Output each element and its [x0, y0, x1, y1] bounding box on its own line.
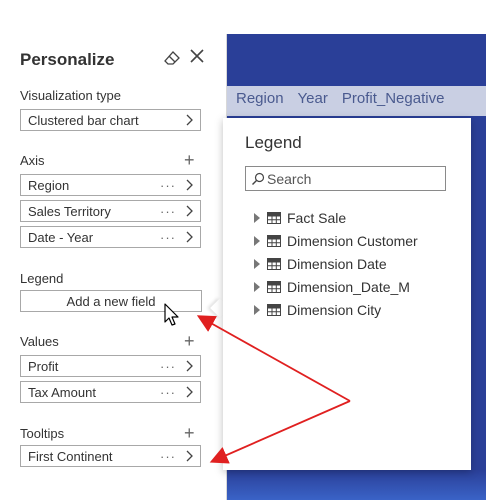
chevron-right-icon[interactable] — [182, 449, 196, 463]
report-bottom-graphic — [226, 470, 486, 500]
field-label: Tax Amount — [28, 384, 96, 400]
table-icon — [267, 211, 281, 224]
more-options-icon[interactable]: ··· — [160, 230, 176, 245]
more-options-icon[interactable]: ··· — [160, 449, 176, 464]
search-box[interactable] — [245, 166, 446, 191]
field-label: Sales Territory — [28, 203, 111, 219]
axis-field-region[interactable]: Region ··· — [20, 174, 201, 196]
column-header-profit-negative: Profit_Negative — [341, 90, 445, 107]
legend-flyout: Legend Fact Sale Dimension Customer Dime… — [223, 118, 471, 470]
tooltips-label: Tooltips — [20, 426, 65, 441]
column-header-year: Year — [297, 90, 328, 107]
table-icon — [267, 234, 281, 247]
table-name: Dimension City — [287, 301, 382, 318]
mouse-cursor-icon — [164, 303, 179, 326]
flyout-title: Legend — [245, 133, 302, 152]
add-axis-plus-icon[interactable]: + — [184, 151, 195, 169]
chevron-right-icon — [186, 114, 193, 126]
values-field-profit[interactable]: Profit ··· — [20, 355, 201, 377]
field-label: First Continent — [28, 448, 113, 464]
add-values-plus-icon[interactable]: + — [184, 332, 195, 350]
add-tooltips-plus-icon[interactable]: + — [184, 424, 195, 442]
chevron-right-icon[interactable] — [182, 204, 196, 218]
panel-title: Personalize — [20, 50, 115, 69]
expand-caret-icon[interactable] — [253, 281, 261, 292]
table-name: Fact Sale — [287, 209, 347, 226]
visualization-type-value: Clustered bar chart — [28, 112, 139, 128]
table-icon — [267, 303, 281, 316]
expand-caret-icon[interactable] — [253, 212, 261, 223]
more-options-icon[interactable]: ··· — [160, 385, 176, 400]
table-item-dimension-date-m[interactable]: Dimension_Date_M — [253, 275, 418, 298]
more-options-icon[interactable]: ··· — [160, 359, 176, 374]
chevron-right-icon[interactable] — [182, 178, 196, 192]
field-label: Date - Year — [28, 229, 94, 245]
expand-caret-icon[interactable] — [253, 258, 261, 269]
values-field-tax-amount[interactable]: Tax Amount ··· — [20, 381, 201, 403]
visualization-type-label: Visualization type — [20, 88, 121, 103]
more-options-icon[interactable]: ··· — [160, 178, 176, 193]
close-icon[interactable] — [190, 49, 204, 63]
axis-field-date-year[interactable]: Date - Year ··· — [20, 226, 201, 248]
table-item-dimension-city[interactable]: Dimension City — [253, 298, 418, 321]
personalize-panel: Personalize Visualization type Clustered… — [0, 34, 227, 500]
table-item-fact-sale[interactable]: Fact Sale — [253, 206, 418, 229]
visualization-type-select[interactable]: Clustered bar chart — [20, 109, 201, 131]
axis-label: Axis — [20, 153, 45, 168]
values-label: Values — [20, 334, 59, 349]
column-header-region: Region — [236, 90, 284, 107]
more-options-icon[interactable]: ··· — [160, 204, 176, 219]
table-name: Dimension Date — [287, 255, 387, 272]
table-icon — [267, 280, 281, 293]
chevron-right-icon[interactable] — [182, 359, 196, 373]
tooltips-field-first-continent[interactable]: First Continent ··· — [20, 445, 201, 467]
search-icon — [252, 172, 265, 185]
chevron-right-icon[interactable] — [182, 385, 196, 399]
expand-caret-icon[interactable] — [253, 304, 261, 315]
legend-label: Legend — [20, 271, 64, 286]
table-icon — [267, 257, 281, 270]
expand-caret-icon[interactable] — [253, 235, 261, 246]
table-name: Dimension Customer — [287, 232, 418, 249]
chevron-right-icon[interactable] — [182, 230, 196, 244]
table-name: Dimension_Date_M — [287, 278, 410, 295]
field-label: Region — [28, 177, 70, 193]
axis-field-sales-territory[interactable]: Sales Territory ··· — [20, 200, 201, 222]
table-header: Region Year Profit_Negative — [236, 90, 444, 107]
field-label: Profit — [28, 358, 59, 374]
table-item-dimension-customer[interactable]: Dimension Customer — [253, 229, 418, 252]
search-input[interactable] — [265, 170, 437, 187]
table-item-dimension-date[interactable]: Dimension Date — [253, 252, 418, 275]
eraser-icon[interactable] — [164, 51, 180, 65]
field-list: Fact Sale Dimension Customer Dimension D… — [253, 206, 418, 321]
